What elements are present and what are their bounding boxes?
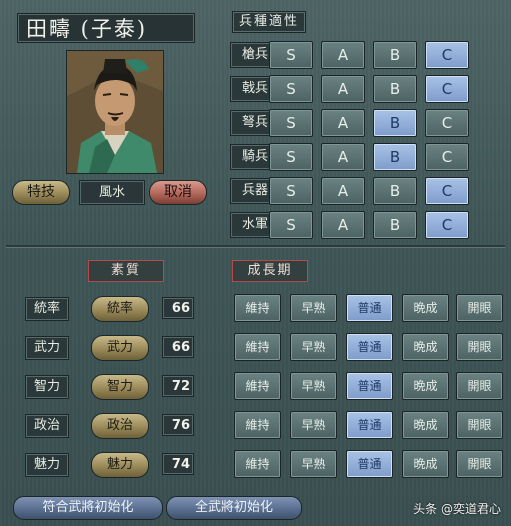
- stat-button[interactable]: 智力: [91, 374, 149, 400]
- grade-button-c[interactable]: C: [425, 211, 469, 239]
- growth-option-button[interactable]: 開眼: [456, 411, 503, 439]
- arms-row: 騎兵 S A B C: [230, 143, 490, 173]
- grade-button-c[interactable]: C: [425, 75, 469, 103]
- stat-value: 76: [162, 414, 194, 436]
- quality-row: 政治 政治 76 維持 早熟 普通 晩成 開眼: [25, 411, 505, 441]
- grade-button-s[interactable]: S: [269, 211, 313, 239]
- growth-option-button[interactable]: 早熟: [290, 411, 337, 439]
- arms-row: 槍兵 S A B C: [230, 41, 490, 71]
- growth-option-button[interactable]: 晩成: [402, 450, 449, 478]
- reset-all-generals-button[interactable]: 全武將初始化: [166, 496, 302, 520]
- growth-option-button[interactable]: 普通: [346, 450, 393, 478]
- stat-value: 72: [162, 375, 194, 397]
- arms-row: 戟兵 S A B C: [230, 75, 490, 105]
- growth-option-button[interactable]: 晩成: [402, 333, 449, 361]
- growth-option-button[interactable]: 開眼: [456, 333, 503, 361]
- grade-button-b[interactable]: B: [373, 211, 417, 239]
- stat-button[interactable]: 武力: [91, 335, 149, 361]
- growth-option-button[interactable]: 晩成: [402, 294, 449, 322]
- grade-button-c[interactable]: C: [425, 41, 469, 69]
- arms-row: 弩兵 S A B C: [230, 109, 490, 139]
- stat-button[interactable]: 統率: [91, 296, 149, 322]
- grade-button-b[interactable]: B: [373, 41, 417, 69]
- grade-button-a[interactable]: A: [321, 211, 365, 239]
- section-divider: [6, 245, 505, 247]
- quality-title: 素質: [88, 260, 164, 282]
- grade-button-a[interactable]: A: [321, 75, 365, 103]
- cancel-specialty-button[interactable]: 取消: [149, 180, 207, 205]
- grade-button-a[interactable]: A: [321, 177, 365, 205]
- stat-value: 66: [162, 297, 194, 319]
- grade-button-s[interactable]: S: [269, 143, 313, 171]
- arms-row: 水軍 S A B C: [230, 211, 490, 241]
- grade-button-c[interactable]: C: [425, 177, 469, 205]
- stat-label: 智力: [25, 375, 69, 399]
- stat-button[interactable]: 魅力: [91, 452, 149, 478]
- grade-button-b[interactable]: B: [373, 109, 417, 137]
- stat-button[interactable]: 政治: [91, 413, 149, 439]
- growth-option-button[interactable]: 維持: [234, 294, 281, 322]
- grade-button-b[interactable]: B: [373, 75, 417, 103]
- specialty-value: 風水: [79, 180, 145, 205]
- grade-button-b[interactable]: B: [373, 177, 417, 205]
- general-portrait: [66, 50, 164, 174]
- growth-option-button[interactable]: 維持: [234, 450, 281, 478]
- stat-label: 武力: [25, 336, 69, 360]
- growth-option-button[interactable]: 早熟: [290, 372, 337, 400]
- growth-option-button[interactable]: 開眼: [456, 372, 503, 400]
- grade-button-s[interactable]: S: [269, 177, 313, 205]
- quality-row: 統率 統率 66 維持 早熟 普通 晩成 開眼: [25, 294, 505, 324]
- grade-button-a[interactable]: A: [321, 41, 365, 69]
- growth-option-button[interactable]: 早熟: [290, 450, 337, 478]
- grade-button-a[interactable]: A: [321, 143, 365, 171]
- stat-value: 74: [162, 453, 194, 475]
- stat-value: 66: [162, 336, 194, 358]
- grade-button-c[interactable]: C: [425, 143, 469, 171]
- grade-button-c[interactable]: C: [425, 109, 469, 137]
- growth-option-button[interactable]: 開眼: [456, 294, 503, 322]
- stat-label: 統率: [25, 297, 69, 321]
- quality-row: 魅力 魅力 74 維持 早熟 普通 晩成 開眼: [25, 450, 505, 480]
- growth-option-button[interactable]: 維持: [234, 333, 281, 361]
- specialty-button[interactable]: 特技: [12, 180, 70, 205]
- arms-row: 兵器 S A B C: [230, 177, 490, 207]
- general-name: 田疇 (子泰): [17, 13, 195, 43]
- general-editor-panel: 田疇 (子泰) 特技 風水 取消 兵種適性 槍兵 S A B C 戟兵 S A B C 弩兵 S A B C…: [0, 0, 511, 526]
- growth-option-button[interactable]: 維持: [234, 411, 281, 439]
- grade-button-s[interactable]: S: [269, 41, 313, 69]
- growth-option-button[interactable]: 普通: [346, 333, 393, 361]
- growth-option-button[interactable]: 晩成: [402, 372, 449, 400]
- grade-button-a[interactable]: A: [321, 109, 365, 137]
- growth-option-button[interactable]: 開眼: [456, 450, 503, 478]
- stat-label: 政治: [25, 414, 69, 438]
- growth-option-button[interactable]: 晩成: [402, 411, 449, 439]
- growth-option-button[interactable]: 早熟: [290, 294, 337, 322]
- arms-aptitude-title: 兵種適性: [232, 11, 306, 33]
- grade-button-s[interactable]: S: [269, 109, 313, 137]
- growth-option-button[interactable]: 維持: [234, 372, 281, 400]
- quality-row: 武力 武力 66 維持 早熟 普通 晩成 開眼: [25, 333, 505, 363]
- growth-period-title: 成長期: [232, 260, 308, 282]
- stat-label: 魅力: [25, 453, 69, 477]
- growth-option-button[interactable]: 普通: [346, 294, 393, 322]
- grade-button-b[interactable]: B: [373, 143, 417, 171]
- reset-matching-generals-button[interactable]: 符合武將初始化: [13, 496, 163, 520]
- grade-button-s[interactable]: S: [269, 75, 313, 103]
- growth-option-button[interactable]: 普通: [346, 411, 393, 439]
- growth-option-button[interactable]: 早熟: [290, 333, 337, 361]
- growth-option-button[interactable]: 普通: [346, 372, 393, 400]
- quality-row: 智力 智力 72 維持 早熟 普通 晩成 開眼: [25, 372, 505, 402]
- watermark: 头条 @奕道君心: [413, 502, 501, 516]
